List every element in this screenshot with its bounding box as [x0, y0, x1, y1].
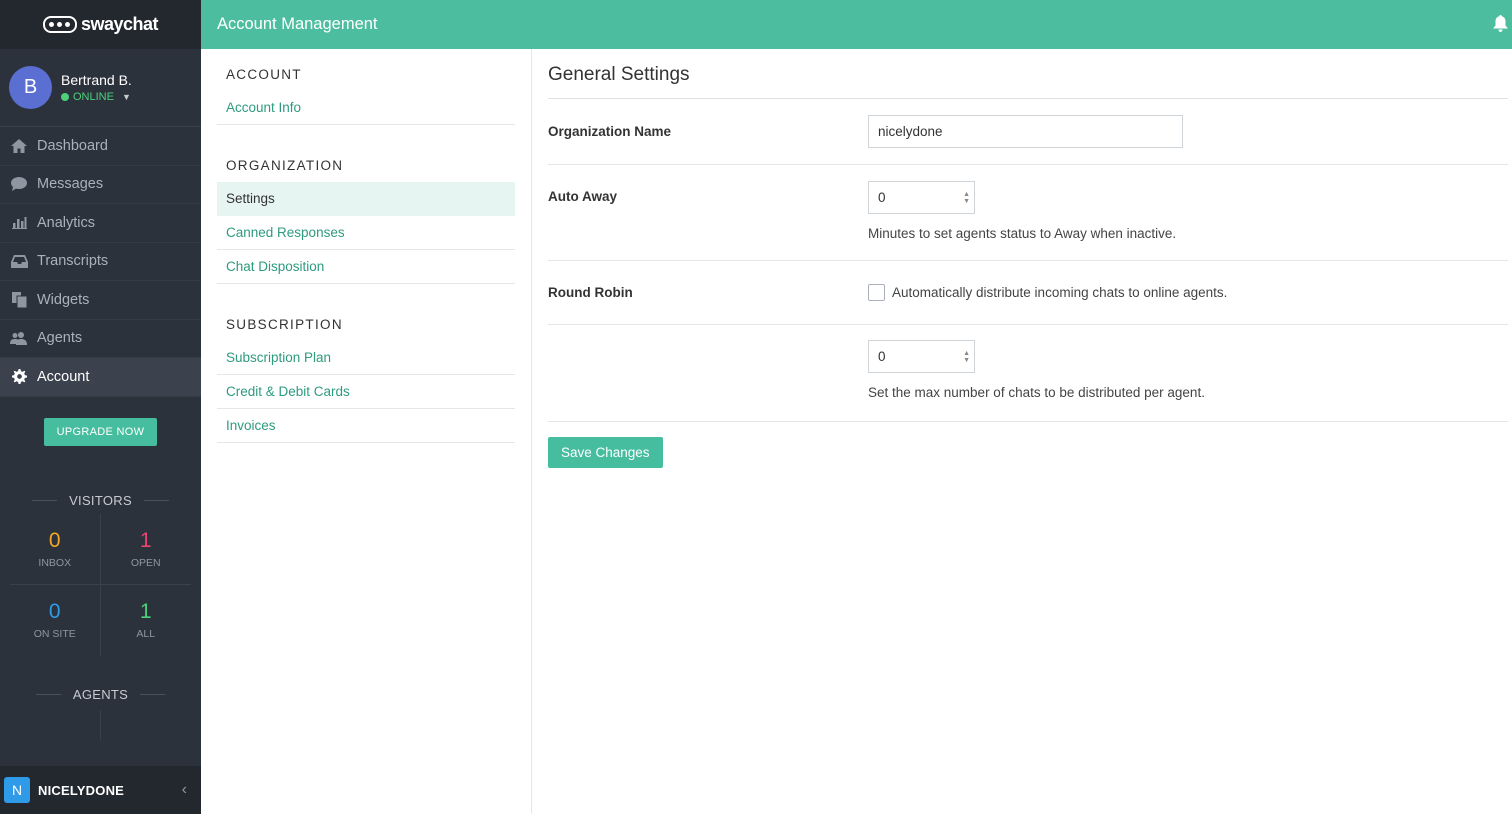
- stat-all[interactable]: 1 ALL: [101, 585, 192, 656]
- gear-icon: [10, 369, 28, 385]
- auto-away-value: 0: [878, 190, 886, 205]
- user-name: Bertrand B.: [61, 72, 132, 88]
- settings-subnav: ACCOUNT Account Info ORGANIZATION Settin…: [201, 49, 532, 814]
- bar-chart-icon: [10, 216, 28, 230]
- copy-files-icon: [10, 291, 28, 308]
- nav-label: Widgets: [37, 291, 90, 308]
- stat-inbox[interactable]: 0 INBOX: [10, 513, 101, 585]
- subnav-invoices[interactable]: Invoices: [217, 409, 515, 443]
- save-changes-button[interactable]: Save Changes: [548, 437, 663, 468]
- spinner-arrows-icon[interactable]: ▲ ▼: [963, 191, 970, 205]
- row-max-chats: 0 ▲ ▼ Set the max number of chats to be d…: [548, 325, 1508, 421]
- nav-label: Transcripts: [37, 253, 109, 270]
- nav-analytics[interactable]: Analytics: [0, 204, 201, 243]
- bell-icon[interactable]: [1493, 15, 1508, 37]
- max-chats-stepper[interactable]: 0 ▲ ▼: [868, 340, 975, 373]
- online-dot-icon: [61, 93, 69, 101]
- spinner-arrows-icon[interactable]: ▲ ▼: [963, 350, 970, 364]
- auto-away-label: Auto Away: [548, 189, 618, 204]
- round-robin-checkbox[interactable]: [868, 284, 885, 301]
- stat-open[interactable]: 1 OPEN: [100, 514, 191, 585]
- org-name-label: Organization Name: [548, 124, 672, 139]
- max-chats-help: Set the max number of chats to be distri…: [868, 385, 1205, 400]
- workspace-name: NICELYDONE: [38, 782, 125, 798]
- workspace-switcher[interactable]: N NICELYDONE ‹: [0, 766, 201, 814]
- stat-label: ALL: [136, 628, 156, 640]
- subnav-account-info[interactable]: Account Info: [217, 91, 515, 125]
- nav-dashboard[interactable]: Dashboard: [0, 127, 201, 166]
- auto-away-help: Minutes to set agents status to Away whe…: [868, 226, 1177, 241]
- logo-chat-icon: [42, 16, 77, 33]
- visitors-heading: VISITORS: [0, 492, 201, 510]
- subnav-heading-subscription: SUBSCRIPTION: [226, 317, 343, 332]
- nav-agents[interactable]: Agents: [0, 320, 201, 358]
- row-organization-name: Organization Name: [548, 99, 1508, 165]
- subnav-chat-disposition[interactable]: Chat Disposition: [217, 250, 515, 284]
- max-chats-value: 0: [878, 349, 886, 364]
- nav-transcripts[interactable]: Transcripts: [0, 243, 201, 281]
- stat-value: 1: [139, 600, 152, 623]
- divider: [548, 421, 1508, 422]
- subnav-credit-debit-cards[interactable]: Credit & Debit Cards: [217, 375, 515, 409]
- caret-down-icon: ▼: [121, 92, 131, 102]
- page-header-title: Account Management: [217, 15, 378, 33]
- stat-value: 0: [48, 528, 61, 552]
- visitor-stats: 0 INBOX 1 OPEN 0 ON SITE 1 ALL: [10, 513, 192, 656]
- general-settings-panel: General Settings Organization Name Auto …: [548, 49, 1508, 468]
- inbox-tray-icon: [10, 254, 28, 268]
- user-profile[interactable]: B Bertrand B. ONLINE ▼: [0, 49, 201, 127]
- organization-name-input[interactable]: [868, 115, 1183, 148]
- subnav-heading-account: ACCOUNT: [226, 67, 302, 82]
- avatar: B: [9, 66, 52, 109]
- stat-label: ON SITE: [33, 628, 76, 640]
- auto-away-stepper[interactable]: 0 ▲ ▼: [868, 181, 975, 214]
- chat-bubble-icon: [10, 177, 28, 192]
- swaychat-logo[interactable]: swaychat: [42, 14, 159, 35]
- subnav-heading-organization: ORGANIZATION: [226, 158, 344, 173]
- logo-bar: swaychat: [0, 0, 201, 49]
- stat-value: 1: [139, 528, 152, 552]
- nav-messages[interactable]: Messages: [0, 166, 201, 204]
- subnav-settings[interactable]: Settings: [217, 182, 515, 216]
- round-robin-checkbox-label[interactable]: Automatically distribute incoming chats …: [892, 285, 1227, 300]
- workspace-avatar: N: [4, 777, 30, 803]
- status-dropdown[interactable]: ONLINE ▼: [61, 91, 132, 103]
- round-robin-label: Round Robin: [548, 285, 633, 300]
- agents-heading: AGENTS: [0, 686, 201, 704]
- logo-text: swaychat: [80, 14, 159, 34]
- nav-label: Analytics: [37, 214, 96, 231]
- row-round-robin: Round Robin Automatically distribute inc…: [548, 261, 1508, 325]
- nav-label: Account: [37, 368, 90, 385]
- subnav-subscription-plan[interactable]: Subscription Plan: [217, 341, 515, 375]
- subnav-canned-responses[interactable]: Canned Responses: [217, 216, 515, 250]
- nav-label: Dashboard: [37, 137, 108, 154]
- top-bar: Account Management: [201, 0, 1512, 49]
- stat-label: OPEN: [130, 556, 161, 569]
- nav-widgets[interactable]: Widgets: [0, 281, 201, 320]
- divider: [100, 709, 101, 740]
- status-label: ONLINE: [73, 91, 114, 103]
- row-auto-away: Auto Away 0 ▲ ▼ Minutes to set agents sta…: [548, 165, 1508, 261]
- upgrade-now-button[interactable]: UPGRADE NOW: [43, 417, 158, 446]
- nav-label: Messages: [37, 176, 104, 193]
- stat-label: INBOX: [38, 556, 72, 569]
- chevron-left-icon[interactable]: ‹: [182, 781, 187, 799]
- stat-value: 0: [48, 600, 61, 623]
- home-icon: [10, 138, 28, 153]
- nav-label: Agents: [37, 330, 83, 347]
- page-title: General Settings: [548, 49, 1508, 99]
- sidebar: swaychat B Bertrand B. ONLINE ▼ Dashboar…: [0, 0, 201, 814]
- users-icon: [10, 331, 28, 345]
- stat-on-site[interactable]: 0 ON SITE: [10, 584, 101, 656]
- nav-account[interactable]: Account: [0, 358, 201, 397]
